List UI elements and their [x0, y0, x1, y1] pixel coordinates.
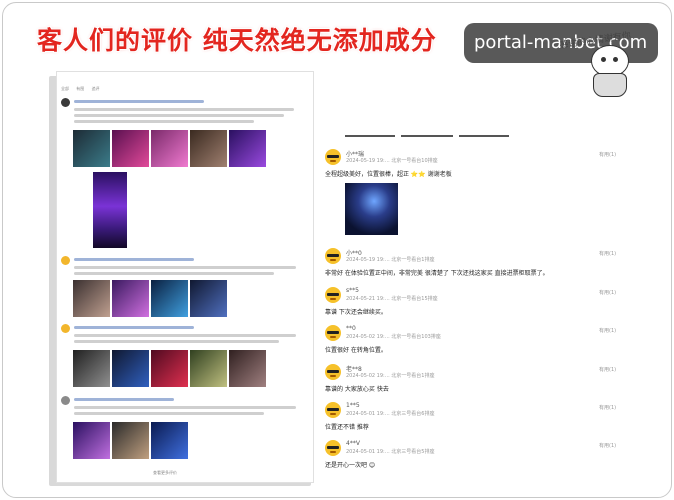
review-photo[interactable] — [190, 350, 227, 387]
review-text: 靠谱的 大家放心买 快去 — [325, 386, 389, 393]
review-meta: 2024-05-01 19:… 北京三号看台6排座 — [346, 411, 435, 417]
divider — [401, 135, 453, 137]
cool-emoji-icon — [325, 248, 341, 264]
review-text: 非常好 在体验位置正中间，非常完美 很清楚了 下次还找这家买 直接进票柜取票了。 — [325, 270, 549, 277]
review-photo[interactable] — [190, 130, 227, 167]
review-text: 还是开心一次吧 😊 — [325, 462, 376, 469]
text-line — [74, 406, 296, 409]
review-photo-tall[interactable] — [93, 172, 127, 248]
text-line — [74, 340, 279, 343]
review-photo[interactable] — [112, 280, 149, 317]
review-photo[interactable] — [151, 280, 188, 317]
review-meta: 2024-05-02 19:… 北京一号看台1排座 — [346, 373, 435, 379]
review-photo[interactable] — [229, 350, 266, 387]
review-screenshot-panel: 全部 有图 追评 查看更多评价 — [56, 71, 314, 483]
cool-emoji-icon — [325, 364, 341, 380]
review-text: 位置还不错 推荐 — [325, 424, 369, 431]
text-line — [74, 120, 254, 123]
review-photo[interactable] — [345, 183, 398, 235]
avatar — [61, 396, 70, 405]
text-line — [74, 398, 174, 401]
cool-emoji-icon — [325, 402, 341, 418]
helpful-button[interactable]: 有用(1) — [599, 151, 616, 158]
review-photo[interactable] — [73, 422, 110, 459]
review-photo[interactable] — [151, 350, 188, 387]
text-line — [74, 272, 274, 275]
review-meta: 2024-05-21 19:… 北京一号看台15排座 — [346, 296, 438, 302]
review-meta: 2024-05-19 19:… 北京一号看台10排座 — [346, 158, 438, 164]
avatar — [61, 256, 70, 265]
cool-emoji-icon — [325, 440, 341, 456]
tab-all[interactable]: 全部 — [61, 86, 69, 91]
tab-with-images[interactable]: 有图 — [76, 86, 84, 91]
cool-emoji-icon — [325, 325, 341, 341]
tab-follow-up[interactable]: 追评 — [92, 86, 100, 91]
cool-emoji-icon — [325, 149, 341, 165]
helpful-button[interactable]: 有用(1) — [599, 327, 616, 334]
review-meta: 2024-05-01 19:… 北京三号看台5排座 — [346, 449, 435, 455]
review-photo[interactable] — [229, 130, 266, 167]
text-line — [74, 100, 204, 103]
text-line — [74, 108, 294, 111]
review-photo[interactable] — [112, 422, 149, 459]
review-photo[interactable] — [73, 350, 110, 387]
review-username: 1**5 — [346, 402, 360, 409]
more-reviews-link[interactable]: 查看更多评价 — [153, 470, 177, 476]
review-card: 客人们的评价 纯天然绝无添加成分 portal-manbet.com 感谢的心情… — [2, 2, 672, 498]
helpful-button[interactable]: 有用(1) — [599, 250, 616, 257]
review-tabs[interactable]: 全部 有图 追评 — [61, 86, 106, 92]
thanks-sticker-icon — [587, 45, 631, 97]
review-text: 靠谱 下次还会继续买。 — [325, 309, 387, 316]
review-meta: 2024-05-19 19:… 北京一号看台1排座 — [346, 257, 435, 263]
text-line — [74, 114, 284, 117]
review-username: 4**V — [346, 440, 360, 447]
review-text: 全程超级美好，位置很棒，超正 ⭐⭐ 谢谢老板 — [325, 171, 452, 178]
helpful-button[interactable]: 有用(1) — [599, 366, 616, 373]
helpful-button[interactable]: 有用(1) — [599, 404, 616, 411]
helpful-button[interactable]: 有用(1) — [599, 289, 616, 296]
text-line — [74, 412, 264, 415]
review-photo[interactable] — [151, 130, 188, 167]
text-line — [74, 258, 194, 261]
text-line — [74, 334, 296, 337]
review-username: **0 — [346, 325, 356, 332]
review-photo[interactable] — [151, 422, 188, 459]
review-text: 位置很好 在转角位置。 — [325, 347, 387, 354]
review-photo[interactable] — [112, 350, 149, 387]
cool-emoji-icon — [325, 287, 341, 303]
avatar — [61, 324, 70, 333]
divider — [345, 135, 395, 137]
text-line — [74, 326, 194, 329]
review-photo[interactable] — [73, 280, 110, 317]
review-photo[interactable] — [190, 280, 227, 317]
divider — [459, 135, 509, 137]
helpful-button[interactable]: 有用(1) — [599, 442, 616, 449]
page-headline: 客人们的评价 纯天然绝无添加成分 — [37, 26, 437, 55]
review-meta: 2024-05-02 19:… 北京一号看台103排座 — [346, 334, 441, 340]
review-photo[interactable] — [73, 130, 110, 167]
review-photo[interactable] — [112, 130, 149, 167]
review-username: s**5 — [346, 287, 359, 294]
avatar — [61, 98, 70, 107]
text-line — [74, 266, 296, 269]
